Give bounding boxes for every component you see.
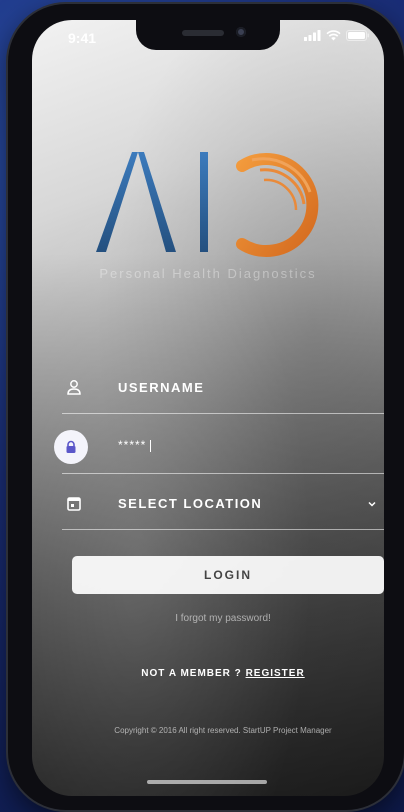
lock-badge <box>54 430 88 464</box>
password-value: ***** <box>118 438 152 452</box>
calendar-icon <box>67 497 81 511</box>
copyright-text: Copyright © 2016 All right reserved. Sta… <box>114 726 332 735</box>
chevron-down-icon <box>368 501 376 507</box>
password-mask: ***** <box>118 438 147 452</box>
register-line: NOT A MEMBER ? REGISTER <box>32 668 384 679</box>
status-bar: 9:41 <box>32 20 384 52</box>
battery-icon <box>346 30 369 41</box>
location-placeholder: SELECT LOCATION <box>118 496 263 511</box>
signal-icon <box>304 30 321 41</box>
password-field[interactable]: ***** <box>54 424 384 474</box>
status-time: 9:41 <box>68 30 97 46</box>
lock-icon <box>66 440 76 453</box>
username-field[interactable]: USERNAME <box>62 364 384 414</box>
username-placeholder: USERNAME <box>118 380 205 395</box>
login-button[interactable]: LOGIN <box>72 556 384 594</box>
location-select[interactable]: SELECT LOCATION <box>62 480 384 530</box>
home-indicator[interactable] <box>147 780 267 784</box>
wifi-icon <box>326 30 341 41</box>
forgot-password-link[interactable]: I forgot my password! <box>32 613 384 624</box>
register-link[interactable]: REGISTER <box>246 668 305 679</box>
status-icons <box>304 30 370 41</box>
brand-logo <box>96 152 319 257</box>
user-icon <box>67 380 81 395</box>
app-screen: 9:41 Personal Health Diagnostics USERNAM… <box>32 20 384 796</box>
text-cursor <box>150 439 152 452</box>
brand-tagline: Personal Health Diagnostics <box>99 266 317 281</box>
not-member-text: NOT A MEMBER ? <box>141 668 242 679</box>
phone-device: 9:41 Personal Health Diagnostics USERNAM… <box>8 4 404 810</box>
